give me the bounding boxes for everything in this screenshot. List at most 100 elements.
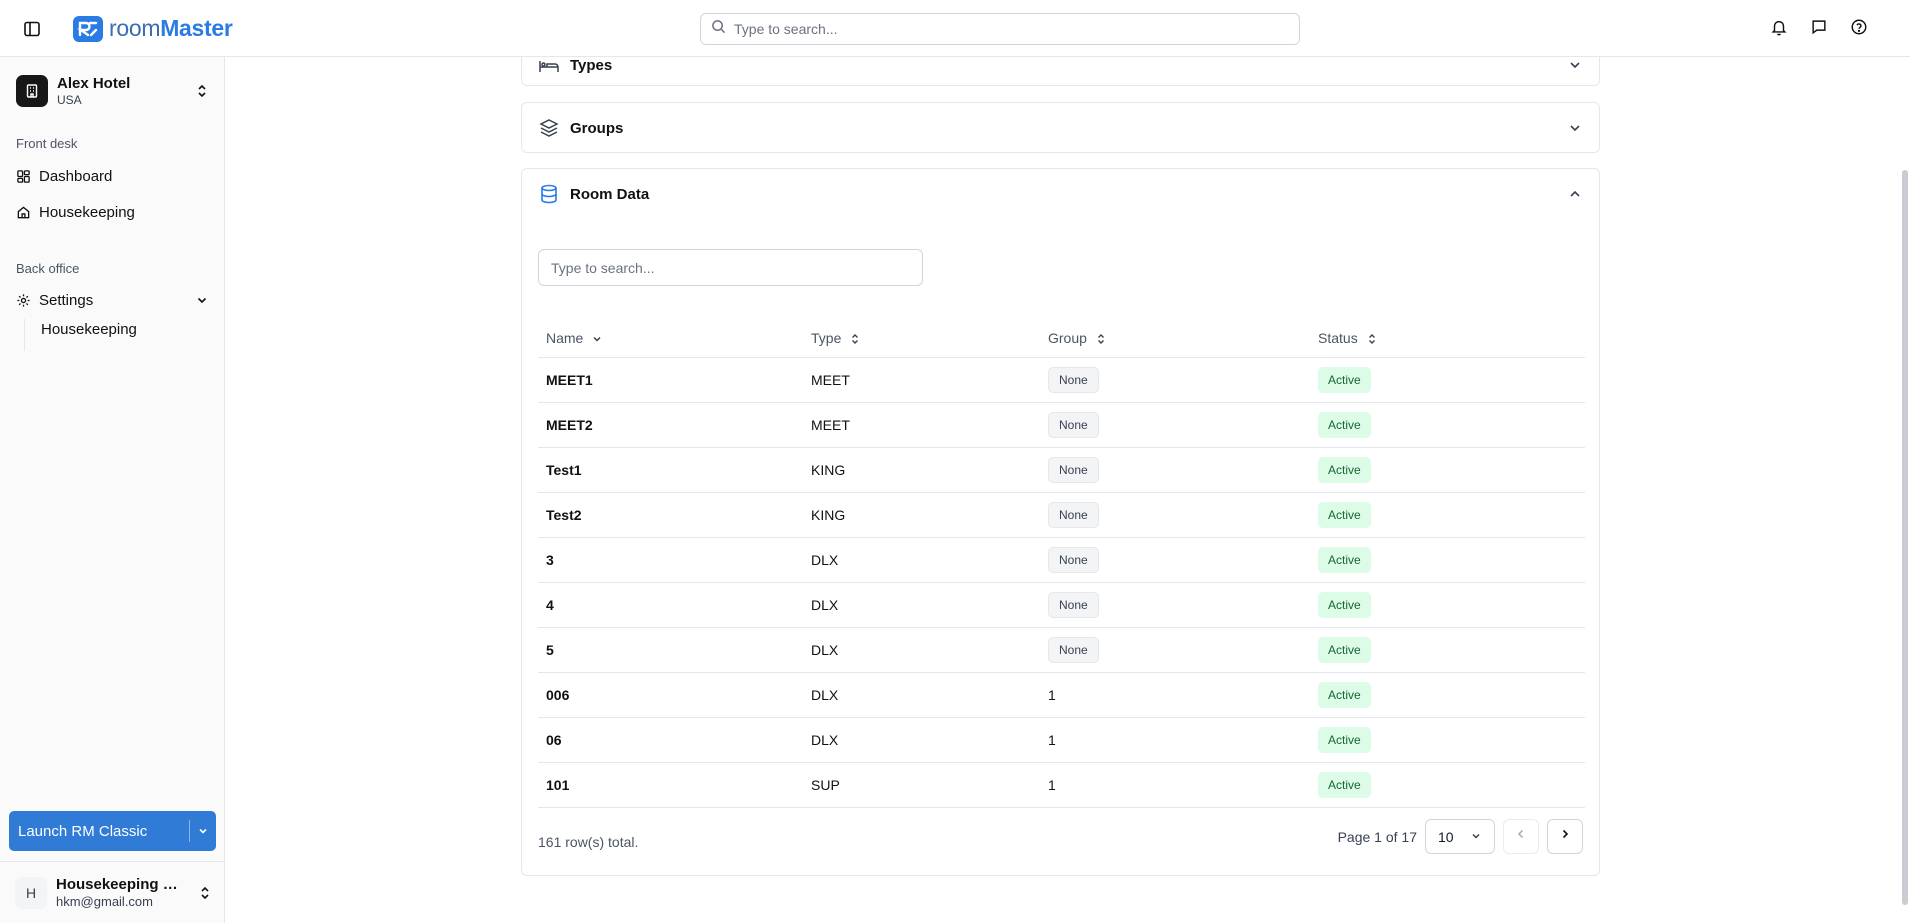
room-status-cell: Active [1310,537,1585,583]
chevron-down-icon [1567,57,1583,73]
previous-page-button[interactable] [1503,819,1539,854]
column-header-name[interactable]: Name [538,319,803,358]
page-size-select[interactable]: 10 [1425,819,1495,854]
group-none-badge: None [1048,591,1099,618]
room-data-title: Room Data [570,185,650,203]
status-badge: Active [1318,726,1371,753]
hotel-name: Alex Hotel [57,74,131,92]
table-header-row: Name Type Group Status [538,319,1585,358]
table-row[interactable]: MEET2 MEET None Active [538,402,1585,448]
table-row[interactable]: 101 SUP 1 Active [538,762,1585,808]
room-status-cell: Active [1310,582,1585,628]
page-indicator: Page 1 of 17 [1337,828,1417,845]
user-menu[interactable]: H Housekeeping M... hkm@gmail.com [0,861,224,923]
hotel-info: Alex Hotel USA [57,75,195,108]
room-group-cell: None [1040,537,1310,583]
room-group-cell: 1 [1040,672,1310,718]
sidebar-item-dashboard[interactable]: Dashboard [16,162,209,190]
building-icon [16,75,48,107]
sidebar-item-settings[interactable]: Settings [16,286,209,314]
user-name: Housekeeping M... [56,875,186,893]
group-none-badge: None [1048,546,1099,573]
groups-title: Groups [570,119,624,137]
global-search-input[interactable] [734,21,1274,37]
groups-section: Groups [521,102,1600,153]
top-actions [1770,18,1870,38]
status-badge: Active [1318,366,1371,393]
chevron-left-icon [1514,827,1528,846]
chevron-down-icon [1567,120,1583,136]
sidebar-item-label: Housekeeping [39,203,135,221]
launch-rm-classic-button[interactable]: Launch RM Classic [9,811,216,851]
room-group-cell: None [1040,447,1310,493]
launch-button-label: Launch RM Classic [18,822,148,840]
user-info: Housekeeping M... hkm@gmail.com [56,876,186,910]
table-row[interactable]: Test2 KING None Active [538,492,1585,538]
table-row[interactable]: 3 DLX None Active [538,537,1585,583]
room-data-section-header[interactable]: Room Data [522,169,1599,219]
room-type-cell: DLX [803,537,1040,583]
group-value: 1 [1048,731,1056,748]
groups-section-header[interactable]: Groups [522,103,1599,153]
hotel-country: USA [57,92,82,107]
column-header-type[interactable]: Type [803,319,1040,358]
avatar: H [15,876,47,909]
column-header-label: Status [1318,329,1358,346]
room-group-cell: None [1040,492,1310,538]
sort-icon [1095,333,1107,345]
sidebar-toggle-icon[interactable] [22,19,42,39]
group-none-badge: None [1048,411,1099,438]
status-badge: Active [1318,591,1371,618]
room-name-cell: 006 [538,672,803,718]
table-row[interactable]: MEET1 MEET None Active [538,357,1585,403]
room-group-cell: None [1040,357,1310,403]
room-name-cell: MEET1 [538,357,803,403]
room-status-cell: Active [1310,357,1585,403]
chevron-up-icon [1567,186,1583,202]
table-row[interactable]: 5 DLX None Active [538,627,1585,673]
hotel-switcher[interactable]: Alex Hotel USA [16,71,209,111]
chevron-down-icon[interactable] [190,825,216,837]
column-header-label: Type [811,329,842,346]
group-none-badge: None [1048,366,1099,393]
sidebar: Alex Hotel USA Front desk Dashboard Hous… [0,57,225,923]
column-header-status[interactable]: Status [1310,319,1585,358]
room-name-cell: Test1 [538,447,803,493]
room-data-section: Room Data Name Type Group [521,168,1600,876]
pagination: Page 1 of 17 10 [1338,819,1583,854]
room-name-cell: Test2 [538,492,803,538]
room-name-cell: 5 [538,627,803,673]
page-scrollbar[interactable] [1902,170,1908,905]
next-page-button[interactable] [1547,819,1583,854]
room-group-cell: 1 [1040,762,1310,808]
message-icon[interactable] [1810,18,1830,38]
layers-icon [538,117,560,139]
sidebar-item-label: Settings [39,291,94,309]
help-icon[interactable] [1850,18,1870,38]
chevrons-up-down-icon [195,83,209,99]
roommaster-logo[interactable]: roomMaster [73,15,233,42]
bell-icon[interactable] [1770,18,1790,38]
table-row[interactable]: Test1 KING None Active [538,447,1585,493]
room-table-body: MEET1 MEET None Active MEET2 MEET None Active Te… [538,357,1585,808]
table-row[interactable]: 06 DLX 1 Active [538,717,1585,763]
sidebar-item-housekeeping[interactable]: Housekeeping [16,198,209,226]
logo-text: roomMaster [109,15,233,42]
room-type-cell: KING [803,447,1040,493]
sort-desc-icon [591,333,603,345]
sidebar-subitem-housekeeping[interactable]: Housekeeping [41,321,137,338]
room-search-input[interactable] [551,259,911,276]
table-row[interactable]: 4 DLX None Active [538,582,1585,628]
global-search[interactable] [700,13,1300,45]
column-header-label: Name [546,329,584,346]
table-row[interactable]: 006 DLX 1 Active [538,672,1585,718]
group-value: 1 [1048,776,1056,793]
room-search[interactable] [538,249,923,286]
room-name-cell: 3 [538,537,803,583]
status-badge: Active [1318,771,1371,798]
column-header-group[interactable]: Group [1040,319,1310,358]
group-none-badge: None [1048,501,1099,528]
room-type-cell: DLX [803,582,1040,628]
subnav-divider [24,319,25,351]
room-table: Name Type Group Status MEET1 MEET None Acti… [538,319,1585,808]
